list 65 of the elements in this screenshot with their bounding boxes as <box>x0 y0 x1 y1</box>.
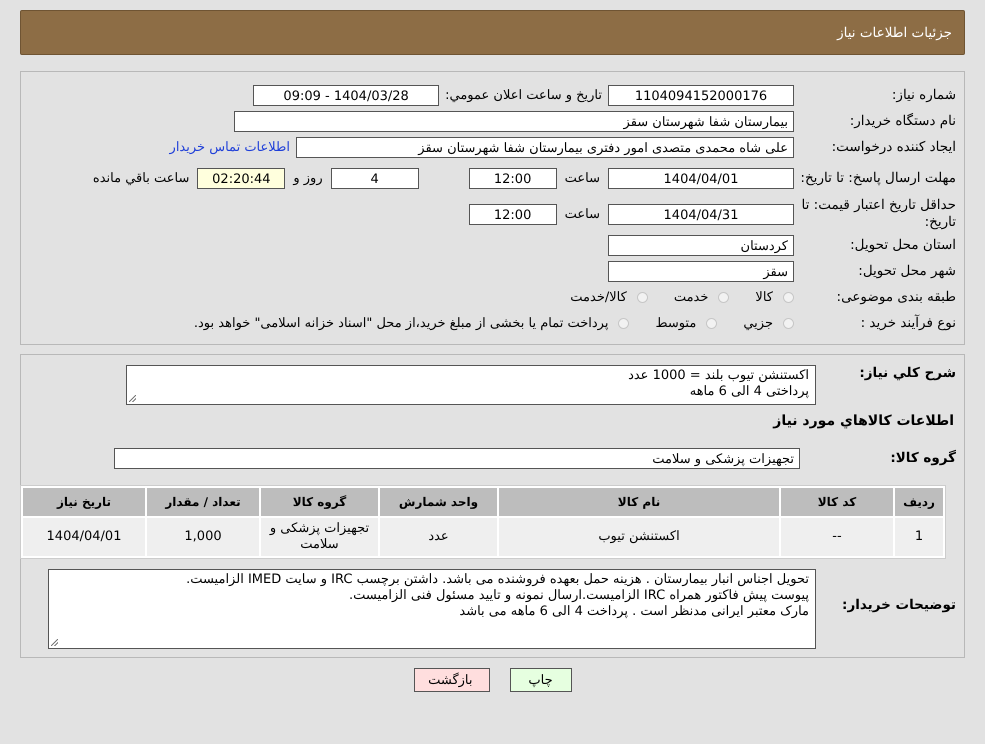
field-label: گروه کالا: <box>889 450 956 466</box>
column-header: نام کالا <box>499 488 779 516</box>
column-header: تعداد / مقدار <box>147 488 259 516</box>
text-area[interactable]: تحویل اجناس انبار بیمارستان . هزینه حمل بعهده فروشنده می باشد. داشتن برچسب IRC و سایت IMED الزامیست. پیوست پیش فاکتور همراه IRC الزامیست.ارسال نمونه و تایید مسئول فنی الزامیست. مارک معتبر ایرانی مدنظر است . پرداخت 4 الی 6 ماهه می باشد <box>48 569 816 649</box>
input-field[interactable]: 1404/04/01 <box>608 168 794 188</box>
resize-grip-icon[interactable] <box>129 395 136 402</box>
table-cell: تجهیزات پزشکی و سلامت <box>261 518 378 556</box>
radio-label[interactable]: کالا <box>755 290 773 304</box>
radio-button[interactable] <box>718 292 730 302</box>
field-label: طبقه بندی موضوعی: <box>836 288 956 306</box>
print-button[interactable]: چاپ <box>510 668 572 692</box>
field-label: نام دستگاه خریدار: <box>848 112 956 130</box>
table-cell: 1,000 <box>147 518 259 556</box>
field-label: روز و <box>293 170 323 186</box>
input-field[interactable]: 4 <box>330 168 419 188</box>
input-field[interactable]: علی شاه محمدی متصدی امور دفتری بیمارستان شفا شهرستان سقز <box>296 136 794 158</box>
field-label: استان محل تحویل: <box>849 236 956 254</box>
column-header: ردیف <box>895 488 943 516</box>
field-label: ساعت باقي مانده <box>92 170 190 186</box>
table-cell: -- <box>781 518 893 556</box>
input-field[interactable]: 12:00 <box>468 168 557 188</box>
text-area[interactable]: اکستنشن تیوب بلند = 1000 عدد پرداختی 4 الی 6 ماهه <box>126 365 816 405</box>
radio-button[interactable] <box>783 318 794 328</box>
radio-button[interactable] <box>618 318 630 328</box>
field-label: توضیحات خریدار: <box>841 597 956 614</box>
column-header: واحد شمارش <box>380 488 497 516</box>
radio-button[interactable] <box>706 318 718 328</box>
table-cell: 1404/04/01 <box>23 518 145 556</box>
resize-grip-icon[interactable] <box>51 639 58 646</box>
table-cell: 1 <box>895 518 943 556</box>
field-label: شرح کلي نیاز: <box>858 365 956 382</box>
field-label: شماره نیاز: <box>890 86 956 104</box>
field-label: ساعت <box>564 170 600 186</box>
column-header: تاریخ نیاز <box>23 488 145 516</box>
radio-label[interactable]: خدمت <box>674 290 708 304</box>
input-field[interactable]: سقز <box>608 260 794 282</box>
input-field[interactable]: 12:00 <box>468 204 557 224</box>
input-field[interactable]: تجهیزات پزشکی و سلامت <box>114 448 800 468</box>
section-heading: اطلاعات کالاهاي مورد نیاز <box>772 412 955 431</box>
field-label: مهلت ارسال پاسخ: تا تاریخ: <box>799 170 956 186</box>
field-label: تاریخ و ساعت اعلان عمومي: <box>445 88 602 102</box>
radio-label[interactable]: کالا/خدمت <box>570 290 627 304</box>
input-field[interactable]: بیمارستان شفا شهرستان سقز <box>234 110 794 132</box>
radio-label[interactable]: پرداخت تمام یا بخشی از مبلغ خرید،از محل "اسناد خزانه اسلامی" خواهد بود. <box>194 316 608 330</box>
input-field[interactable]: 1104094152000176 <box>608 84 794 106</box>
radio-label[interactable]: متوسط <box>655 316 696 330</box>
column-header: کد کالا <box>781 488 893 516</box>
field-label: نوع فرآیند خرید : <box>860 314 956 332</box>
contact-link[interactable]: اطلاعات تماس خریدار <box>170 140 290 154</box>
table-cell: عدد <box>380 518 497 556</box>
table-cell: اکستنشن تیوب <box>499 518 779 556</box>
field-label: ساعت <box>564 206 600 222</box>
input-field[interactable]: کردستان <box>608 234 794 256</box>
radio-button[interactable] <box>783 292 794 302</box>
radio-label[interactable]: جزيي <box>743 316 773 330</box>
countdown-field: 02:20:44 <box>197 168 286 188</box>
back-button[interactable]: بازگشت <box>414 668 490 692</box>
input-field[interactable]: 1404/03/28 - 09:09 <box>253 84 440 106</box>
column-header: گروه کالا <box>261 488 378 516</box>
page-title: جزئیات اطلاعات نیاز <box>837 24 952 40</box>
radio-button[interactable] <box>636 292 648 302</box>
input-field[interactable]: 1404/04/31 <box>608 204 794 224</box>
field-label: شهر محل تحویل: <box>857 262 956 280</box>
field-label: ایجاد کننده درخواست: <box>830 138 956 156</box>
field-label: حداقل تاریخ اعتبار قیمت: تا تاریخ: <box>800 197 956 231</box>
